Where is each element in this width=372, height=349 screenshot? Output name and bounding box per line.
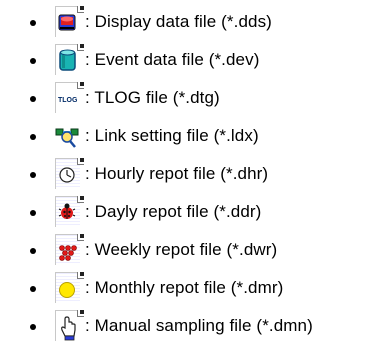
weekly-report-icon [55, 234, 84, 265]
item-label: : TLOG file (*.dtg) [85, 88, 220, 107]
item-label: : Event data file (*.dev) [85, 50, 260, 69]
bullet [30, 134, 36, 140]
event-data-icon [55, 44, 84, 75]
clock-icon [55, 158, 84, 189]
bullet [30, 324, 36, 330]
manual-sampling-icon [55, 310, 84, 341]
bullet [30, 286, 36, 292]
list-item: : Manual sampling file (*.dmn) [0, 308, 372, 346]
bullet [30, 58, 36, 64]
item-label: : Dayly repot file (*.ddr) [85, 202, 262, 221]
list-item: : Monthly repot file (*.dmr) [0, 270, 372, 308]
list-item: : Display data file (*.dds) [0, 4, 372, 42]
display-data-icon [55, 6, 84, 37]
item-label: : Manual sampling file (*.dmn) [85, 316, 313, 335]
item-label: : Monthly repot file (*.dmr) [85, 278, 284, 297]
list-item: TLOG : TLOG file (*.dtg) [0, 80, 372, 118]
list-item: : Link setting file (*.ldx) [0, 118, 372, 156]
list-item: : Event data file (*.dev) [0, 42, 372, 80]
bullet [30, 20, 36, 26]
tlog-icon-text: TLOG [58, 97, 78, 104]
list-item: : Dayly repot file (*.ddr) [0, 194, 372, 232]
item-label: : Hourly repot file (*.dhr) [85, 164, 269, 183]
item-label: : Display data file (*.dds) [85, 12, 272, 31]
list-item: : Weekly repot file (*.dwr) [0, 232, 372, 270]
list-item: : Hourly repot file (*.dhr) [0, 156, 372, 194]
tlog-icon: TLOG [55, 82, 84, 113]
bullet [30, 248, 36, 254]
bullet [30, 96, 36, 102]
item-label: : Weekly repot file (*.dwr) [85, 240, 278, 259]
moon-icon [55, 272, 84, 303]
bullet [30, 172, 36, 178]
ladybug-icon [55, 196, 84, 227]
item-label: : Link setting file (*.ldx) [85, 126, 259, 145]
bullet [30, 210, 36, 216]
link-setting-icon [55, 120, 79, 150]
